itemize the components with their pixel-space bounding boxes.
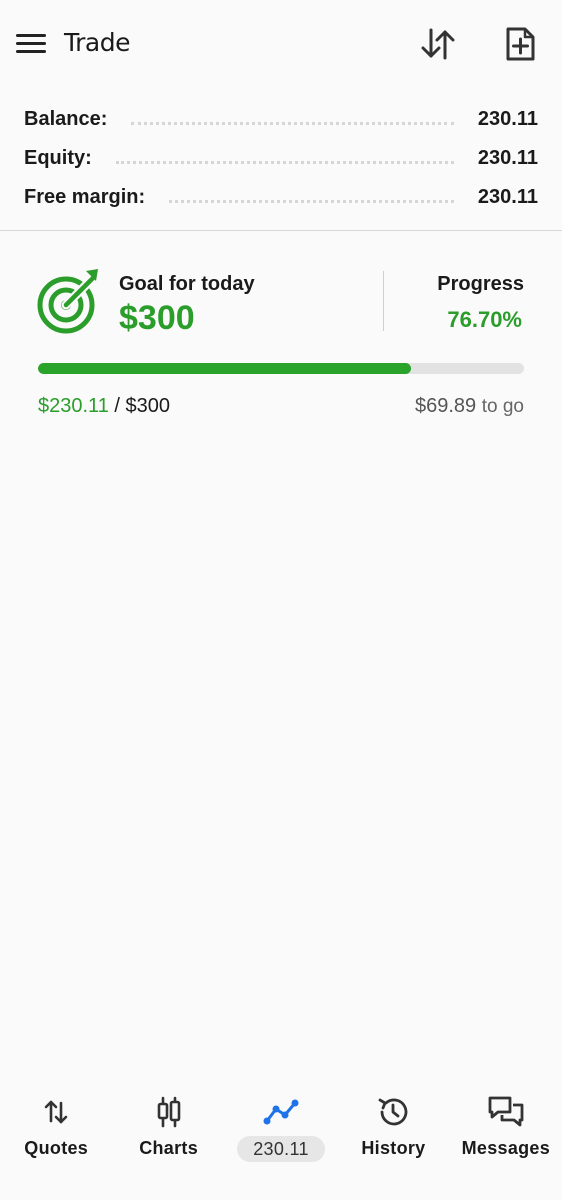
progress-label: Progress	[437, 273, 524, 295]
goal-divider	[383, 271, 384, 331]
nav-label-messages: Messages	[461, 1138, 551, 1158]
progress-value: 76.70%	[447, 307, 522, 332]
equity-label: Equity:	[24, 147, 92, 169]
page-title: Trade	[64, 28, 130, 57]
amount-separator: /	[108, 395, 126, 417]
account-summary: Balance: 230.11 Equity: 230.11 Free marg…	[0, 100, 562, 217]
dotted-leader	[131, 122, 454, 125]
daily-goal-card[interactable]: Goal for today $300 Progress 76.70% $230…	[0, 255, 562, 435]
nav-item-history[interactable]: History	[337, 1080, 449, 1200]
balance-value: 230.11	[477, 108, 538, 130]
balance-row: Balance: 230.11	[0, 100, 562, 139]
free-margin-row: Free margin: 230.11	[0, 178, 562, 217]
sort-arrows-icon[interactable]	[418, 24, 458, 64]
dotted-leader	[169, 200, 454, 203]
nav-label-quotes: Quotes	[24, 1138, 89, 1158]
hamburger-menu-icon[interactable]	[16, 30, 48, 58]
goal-amount: $300	[119, 299, 195, 337]
trade-line-icon	[261, 1092, 301, 1132]
messages-chat-icon	[486, 1092, 526, 1132]
quotes-arrows-icon	[36, 1092, 76, 1132]
free-margin-value: 230.11	[477, 186, 538, 208]
new-order-icon[interactable]	[500, 24, 540, 64]
nav-item-quotes[interactable]: Quotes	[0, 1080, 112, 1200]
target-amount: $300	[125, 395, 170, 417]
progress-bar	[38, 363, 524, 374]
current-amount: $230.11	[38, 395, 109, 417]
target-goal-icon	[36, 267, 104, 335]
dotted-leader	[115, 161, 454, 164]
progress-bar-fill	[38, 363, 411, 374]
nav-item-charts[interactable]: Charts	[112, 1080, 224, 1200]
top-app-bar: Trade	[0, 0, 562, 90]
goal-amounts: $230.11 / $300 $69.89 to go	[38, 395, 524, 418]
bottom-navigation: Quotes Charts 230.11 History Messages	[0, 1080, 562, 1200]
nav-item-trade[interactable]: 230.11	[225, 1080, 337, 1200]
free-margin-label: Free margin:	[24, 186, 146, 208]
equity-row: Equity: 230.11	[0, 139, 562, 178]
nav-label-charts: Charts	[139, 1138, 199, 1158]
equity-value: 230.11	[477, 147, 538, 169]
section-divider	[0, 230, 562, 231]
nav-label-history: History	[361, 1138, 426, 1158]
remaining-value: $69.89	[415, 395, 477, 417]
nav-label-trade: 230.11	[237, 1136, 326, 1162]
candlestick-chart-icon	[149, 1092, 189, 1132]
history-clock-icon	[373, 1092, 413, 1132]
goal-label: Goal for today	[119, 273, 255, 295]
remaining-amount: $69.89 to go	[415, 395, 524, 418]
nav-item-messages[interactable]: Messages	[450, 1080, 562, 1200]
balance-label: Balance:	[24, 108, 108, 130]
remaining-suffix: to go	[481, 396, 524, 417]
